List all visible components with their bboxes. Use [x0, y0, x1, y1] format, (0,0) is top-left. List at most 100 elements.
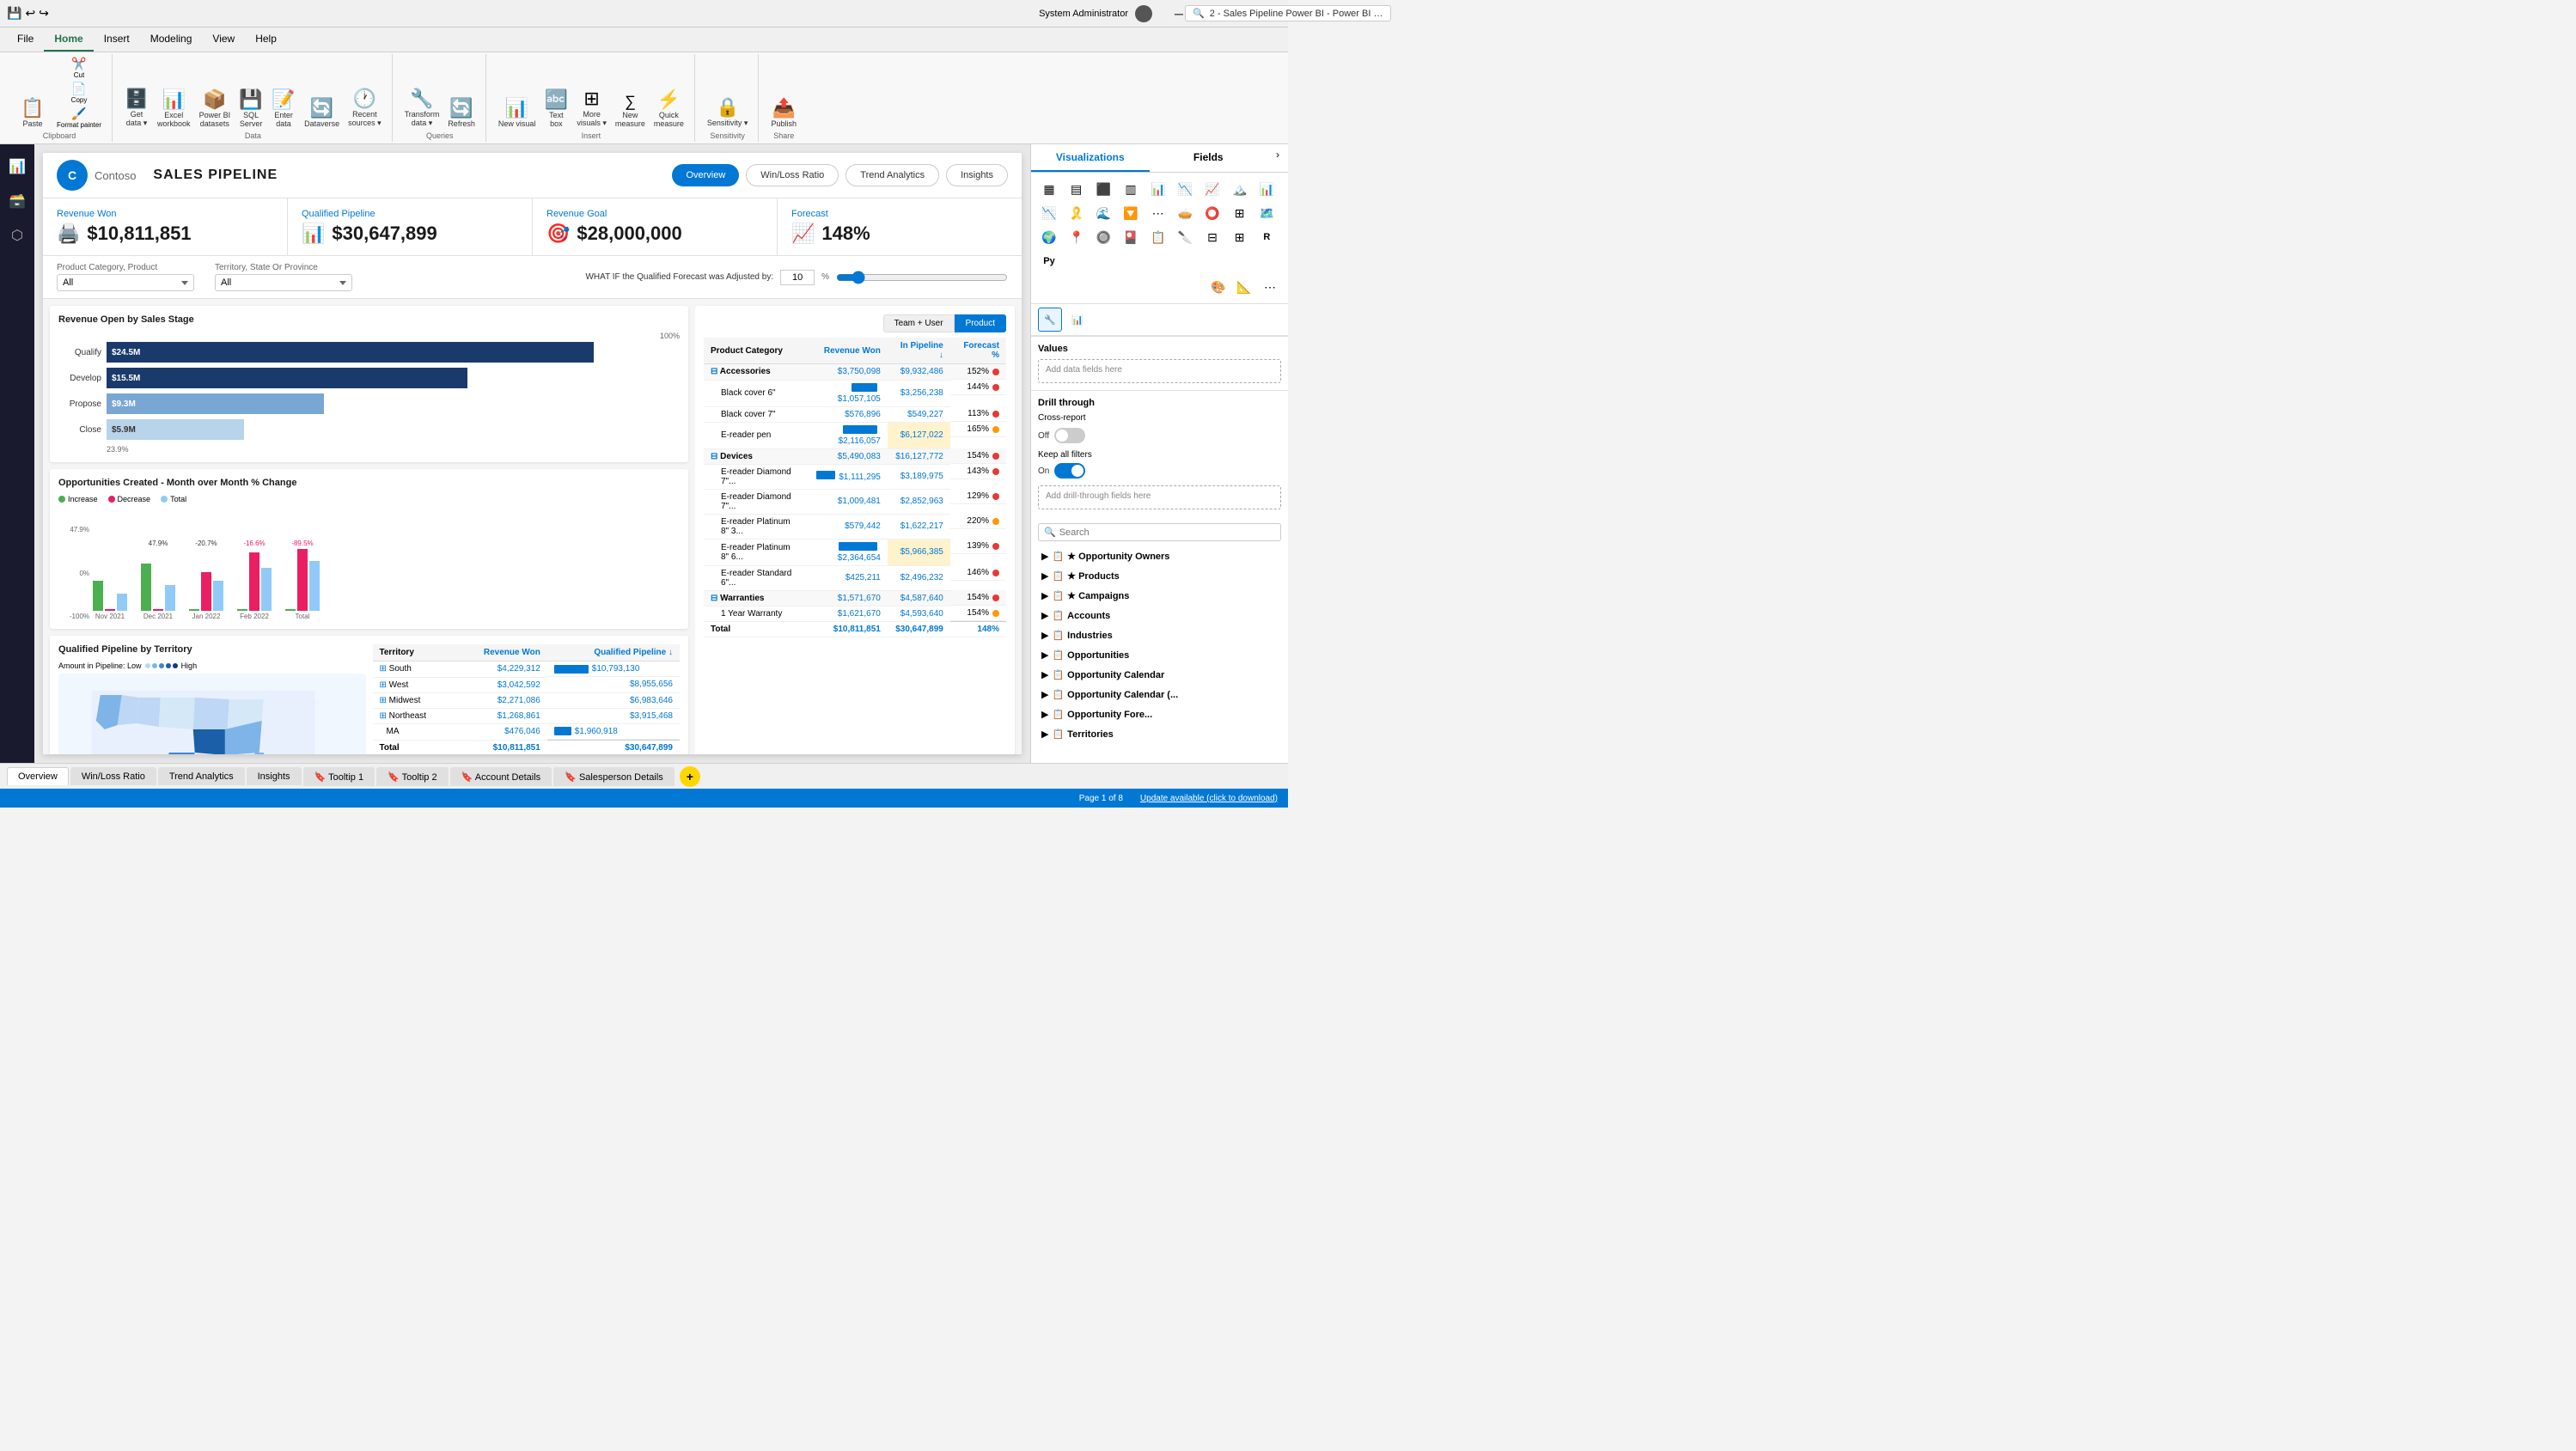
- paste-button[interactable]: 📋 Paste: [14, 80, 52, 130]
- field-group-header-campaigns[interactable]: ▶ 📋 ★ Campaigns: [1038, 588, 1281, 604]
- expand-south[interactable]: ⊞: [380, 664, 387, 674]
- excel-button[interactable]: 📊 Excelworkbook: [154, 80, 194, 130]
- th-qualified-pipeline[interactable]: Qualified Pipeline ↓: [547, 644, 680, 661]
- viz-r[interactable]: R: [1255, 226, 1278, 248]
- viz-more-options[interactable]: ⋯: [1259, 276, 1281, 298]
- viz-treemap[interactable]: ⊞: [1229, 202, 1251, 224]
- expand-warranties[interactable]: ⊟: [711, 594, 717, 603]
- field-group-header-industries[interactable]: ▶ 📋 Industries: [1038, 627, 1281, 643]
- update-text[interactable]: Update available (click to download): [1140, 794, 1278, 803]
- tab-salesperson-details[interactable]: 🔖 Salesperson Details: [553, 767, 675, 786]
- cross-report-toggle[interactable]: [1054, 428, 1085, 443]
- sidebar-report-icon[interactable]: 📊: [2, 151, 33, 182]
- sidebar-model-icon[interactable]: ⬡: [2, 220, 33, 251]
- filter-product-select[interactable]: All: [57, 274, 194, 291]
- viz-clustered-col[interactable]: 📊: [1147, 178, 1169, 200]
- field-group-header-opp-calendar[interactable]: ▶ 📋 Opportunity Calendar: [1038, 667, 1281, 683]
- whatif-slider[interactable]: [836, 271, 1008, 284]
- add-tab-button[interactable]: +: [680, 766, 700, 787]
- recent-sources-button[interactable]: 🕐 Recentsources ▾: [345, 80, 385, 130]
- expand-west[interactable]: ⊞: [380, 680, 387, 690]
- expand-accessories[interactable]: ⊟: [711, 367, 717, 376]
- new-visual-button[interactable]: 📊 New visual: [495, 80, 540, 130]
- sidebar-data-icon[interactable]: 🗃️: [2, 186, 33, 216]
- transform-data-button[interactable]: 🔧 Transformdata ▾: [401, 80, 443, 130]
- values-drop-zone[interactable]: Add data fields here: [1038, 359, 1281, 383]
- viz-waterfall[interactable]: 🌊: [1092, 202, 1114, 224]
- viz-stacked-col[interactable]: ▥: [1120, 178, 1142, 200]
- sensitivity-button[interactable]: 🔒 Sensitivity ▾: [704, 80, 752, 130]
- th-revenue-won[interactable]: Revenue Won: [454, 644, 547, 661]
- th-forecast-pct[interactable]: Forecast %: [950, 338, 1006, 364]
- analytics-button[interactable]: 📊: [1065, 308, 1090, 332]
- viz-card[interactable]: 🎴: [1120, 226, 1142, 248]
- viz-line-clustered-col[interactable]: 📉: [1038, 202, 1060, 224]
- tab-trend[interactable]: Trend Analytics: [158, 767, 245, 785]
- whatif-input[interactable]: [780, 270, 815, 285]
- ribbon-tab-help[interactable]: Help: [245, 27, 287, 52]
- filter-territory-select[interactable]: All: [215, 274, 352, 291]
- quick-access-save[interactable]: 💾: [7, 6, 21, 21]
- tab-overview[interactable]: Overview: [7, 767, 69, 785]
- viz-analytics-icon[interactable]: 📐: [1233, 276, 1255, 298]
- quick-access-redo[interactable]: ↪: [39, 6, 49, 21]
- ribbon-tab-view[interactable]: View: [202, 27, 245, 52]
- tab-tooltip2[interactable]: 🔖 Tooltip 2: [376, 767, 449, 786]
- build-visual-button[interactable]: 🔧: [1038, 308, 1062, 332]
- more-visuals-button[interactable]: ⊞ Morevisuals ▾: [573, 80, 610, 130]
- viz-ribbon[interactable]: 🎗️: [1065, 202, 1088, 224]
- quick-access-undo[interactable]: ↩: [25, 6, 35, 21]
- toggle-team-user-button[interactable]: Team + User: [883, 314, 955, 332]
- viz-kpi[interactable]: 📋: [1147, 226, 1169, 248]
- nav-overview-button[interactable]: Overview: [672, 164, 739, 186]
- nav-trend-button[interactable]: Trend Analytics: [845, 164, 939, 186]
- tab-winloss[interactable]: Win/Loss Ratio: [70, 767, 156, 785]
- viz-pie[interactable]: 🥧: [1174, 202, 1196, 224]
- viz-table[interactable]: ⊟: [1201, 226, 1224, 248]
- ribbon-tab-insert[interactable]: Insert: [94, 27, 140, 52]
- viz-line-stacked-col[interactable]: 📊: [1255, 178, 1278, 200]
- viz-donut[interactable]: ⭕: [1201, 202, 1224, 224]
- panel-expand-button[interactable]: ›: [1267, 144, 1288, 165]
- cut-button[interactable]: ✂️ Cut: [53, 56, 105, 80]
- field-group-header-territories[interactable]: ▶ 📋 Territories: [1038, 726, 1281, 742]
- refresh-button[interactable]: 🔄 Refresh: [444, 80, 479, 130]
- viz-area[interactable]: 🏔️: [1229, 178, 1251, 200]
- copy-button[interactable]: 📄 Copy: [53, 81, 105, 105]
- viz-python[interactable]: Py: [1038, 250, 1060, 272]
- dataverse-button[interactable]: 🔄 Dataverse: [301, 80, 343, 130]
- viz-100pct-bar[interactable]: ⬛: [1092, 178, 1114, 200]
- field-group-header-products[interactable]: ▶ 📋 ★ Products: [1038, 568, 1281, 584]
- viz-filled-map[interactable]: 🌍: [1038, 226, 1060, 248]
- th-product-category[interactable]: Product Category: [704, 338, 803, 364]
- viz-line[interactable]: 📈: [1201, 178, 1224, 200]
- viz-map[interactable]: 🗺️: [1255, 202, 1278, 224]
- toggle-product-button[interactable]: Product: [955, 314, 1006, 332]
- sql-server-button[interactable]: 💾 SQLServer: [235, 80, 266, 130]
- th-in-pipeline[interactable]: In Pipeline ↓: [888, 338, 950, 364]
- field-group-header-accounts[interactable]: ▶ 📋 Accounts: [1038, 607, 1281, 624]
- nav-insights-button[interactable]: Insights: [946, 164, 1008, 186]
- th-product-revenue-won[interactable]: Revenue Won: [803, 338, 888, 364]
- viz-clustered-bar[interactable]: ▤: [1065, 178, 1088, 200]
- viz-azure-map[interactable]: 📍: [1065, 226, 1088, 248]
- viz-gauge[interactable]: 🔘: [1092, 226, 1114, 248]
- publish-button[interactable]: 📤 Publish: [767, 80, 800, 130]
- viz-matrix[interactable]: ⊞: [1229, 226, 1251, 248]
- th-territory[interactable]: Territory: [373, 644, 454, 661]
- ribbon-tab-file[interactable]: File: [7, 27, 44, 52]
- ribbon-tab-modeling[interactable]: Modeling: [140, 27, 203, 52]
- power-bi-datasets-button[interactable]: 📦 Power BIdatasets: [196, 80, 235, 130]
- viz-format-icon[interactable]: 🎨: [1207, 276, 1230, 298]
- field-group-header-opp-forecast[interactable]: ▶ 📋 Opportunity Fore...: [1038, 706, 1281, 722]
- expand-midwest[interactable]: ⊞: [380, 696, 387, 705]
- expand-devices[interactable]: ⊟: [711, 452, 717, 461]
- field-group-header-opportunity-owners[interactable]: ▶ 📋 ★ Opportunity Owners: [1038, 548, 1281, 564]
- fields-search-input[interactable]: [1059, 527, 1275, 538]
- nav-winloss-button[interactable]: Win/Loss Ratio: [746, 164, 839, 186]
- format-painter-button[interactable]: 🖌️ Format painter: [53, 106, 105, 130]
- enter-data-button[interactable]: 📝 Enterdata: [268, 80, 299, 130]
- drill-through-drop-zone[interactable]: Add drill-through fields here: [1038, 485, 1281, 509]
- tab-insights[interactable]: Insights: [247, 767, 302, 785]
- viz-stacked-bar[interactable]: ▦: [1038, 178, 1060, 200]
